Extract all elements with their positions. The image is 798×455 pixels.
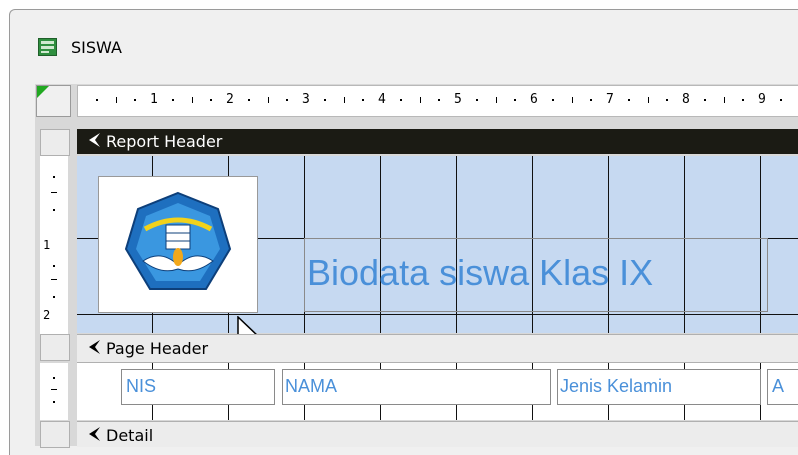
report-title-label[interactable]: Biodata siswa Klas IX — [304, 238, 768, 312]
ruler-quarter-tick — [590, 99, 592, 101]
report-selector[interactable] — [36, 85, 71, 117]
nama-label[interactable]: NAMA — [282, 369, 551, 405]
ruler-quarter-tick — [552, 99, 554, 101]
ruler-half-tick — [648, 97, 649, 103]
ruler-half-tick — [192, 97, 193, 103]
logo-image[interactable] — [98, 176, 258, 313]
ruler-half-tick — [344, 97, 345, 103]
detail-bar[interactable]: Detail — [77, 421, 798, 447]
alamat-text: A — [772, 376, 785, 396]
report-header-selector[interactable] — [40, 129, 70, 156]
nis-text: NIS — [126, 376, 157, 396]
ruler-half-tick — [496, 97, 497, 103]
nama-text: NAMA — [285, 376, 338, 396]
page-header-section[interactable]: NIS NAMA Jenis Kelamin A — [77, 363, 798, 420]
ruler-quarter-tick — [666, 99, 668, 101]
ruler-half-tick — [572, 97, 573, 103]
report-header-bar[interactable]: Report Header — [77, 129, 798, 154]
ruler-number: 1 — [150, 92, 158, 107]
page-header-selector[interactable] — [40, 334, 70, 361]
ruler-quarter-tick — [742, 99, 744, 101]
report-title-text: Biodata siswa Klas IX — [307, 252, 654, 293]
ruler-quarter-tick — [438, 99, 440, 101]
form-icon — [38, 38, 57, 56]
ruler-number: 7 — [606, 92, 614, 107]
ruler-quarter-tick — [210, 99, 212, 101]
ruler-quarter-tick — [628, 99, 630, 101]
page-header-label: Page Header — [106, 339, 209, 358]
ruler-number: 6 — [530, 92, 538, 107]
ruler-quarter-tick — [514, 99, 516, 101]
jenis-kelamin-text: Jenis Kelamin — [560, 376, 673, 396]
jenis-kelamin-label[interactable]: Jenis Kelamin — [557, 369, 761, 405]
ruler-number: 2 — [226, 92, 234, 107]
page-header-bar[interactable]: Page Header — [77, 334, 798, 363]
ruler-quarter-tick — [324, 99, 326, 101]
report-header-ruler: 1 2 — [40, 156, 68, 334]
ruler-half-tick — [420, 97, 421, 103]
vruler-mark-1: 1 — [43, 238, 51, 252]
ruler-number: 8 — [682, 92, 690, 107]
ruler-quarter-tick — [96, 99, 98, 101]
ruler-quarter-tick — [172, 99, 174, 101]
ruler-quarter-tick — [400, 99, 402, 101]
detail-label: Detail — [106, 426, 154, 445]
ruler-number: 4 — [378, 92, 386, 107]
window-title: SISWA — [71, 38, 122, 57]
collapse-arrow-icon — [87, 339, 101, 359]
ruler-quarter-tick — [780, 99, 782, 101]
ruler-quarter-tick — [362, 99, 364, 101]
tut-wuri-handayani-logo — [124, 191, 232, 290]
detail-selector[interactable] — [40, 421, 70, 448]
ruler-ticks — [96, 97, 782, 103]
collapse-arrow-icon — [87, 426, 101, 446]
ruler-half-tick — [116, 97, 117, 103]
page-header-ruler — [40, 363, 68, 420]
collapse-arrow-icon — [87, 132, 101, 152]
ruler-quarter-tick — [248, 99, 250, 101]
report-header-label: Report Header — [106, 132, 223, 151]
ruler-quarter-tick — [704, 99, 706, 101]
ruler-quarter-tick — [286, 99, 288, 101]
ruler-half-tick — [724, 97, 725, 103]
alamat-label[interactable]: A — [767, 369, 798, 405]
report-header-section[interactable]: Biodata siswa Klas IX — [77, 156, 798, 333]
vruler-mark-2: 2 — [43, 308, 51, 322]
ruler-number: 3 — [302, 92, 310, 107]
horizontal-ruler[interactable]: 1 2 3 4 5 6 7 8 9 — [77, 85, 798, 117]
ruler-quarter-tick — [134, 99, 136, 101]
ruler-number: 9 — [758, 92, 766, 107]
ruler-half-tick — [268, 97, 269, 103]
nis-label[interactable]: NIS — [121, 369, 275, 405]
ruler-number: 5 — [454, 92, 462, 107]
ruler-quarter-tick — [476, 99, 478, 101]
green-corner-icon — [37, 86, 49, 98]
